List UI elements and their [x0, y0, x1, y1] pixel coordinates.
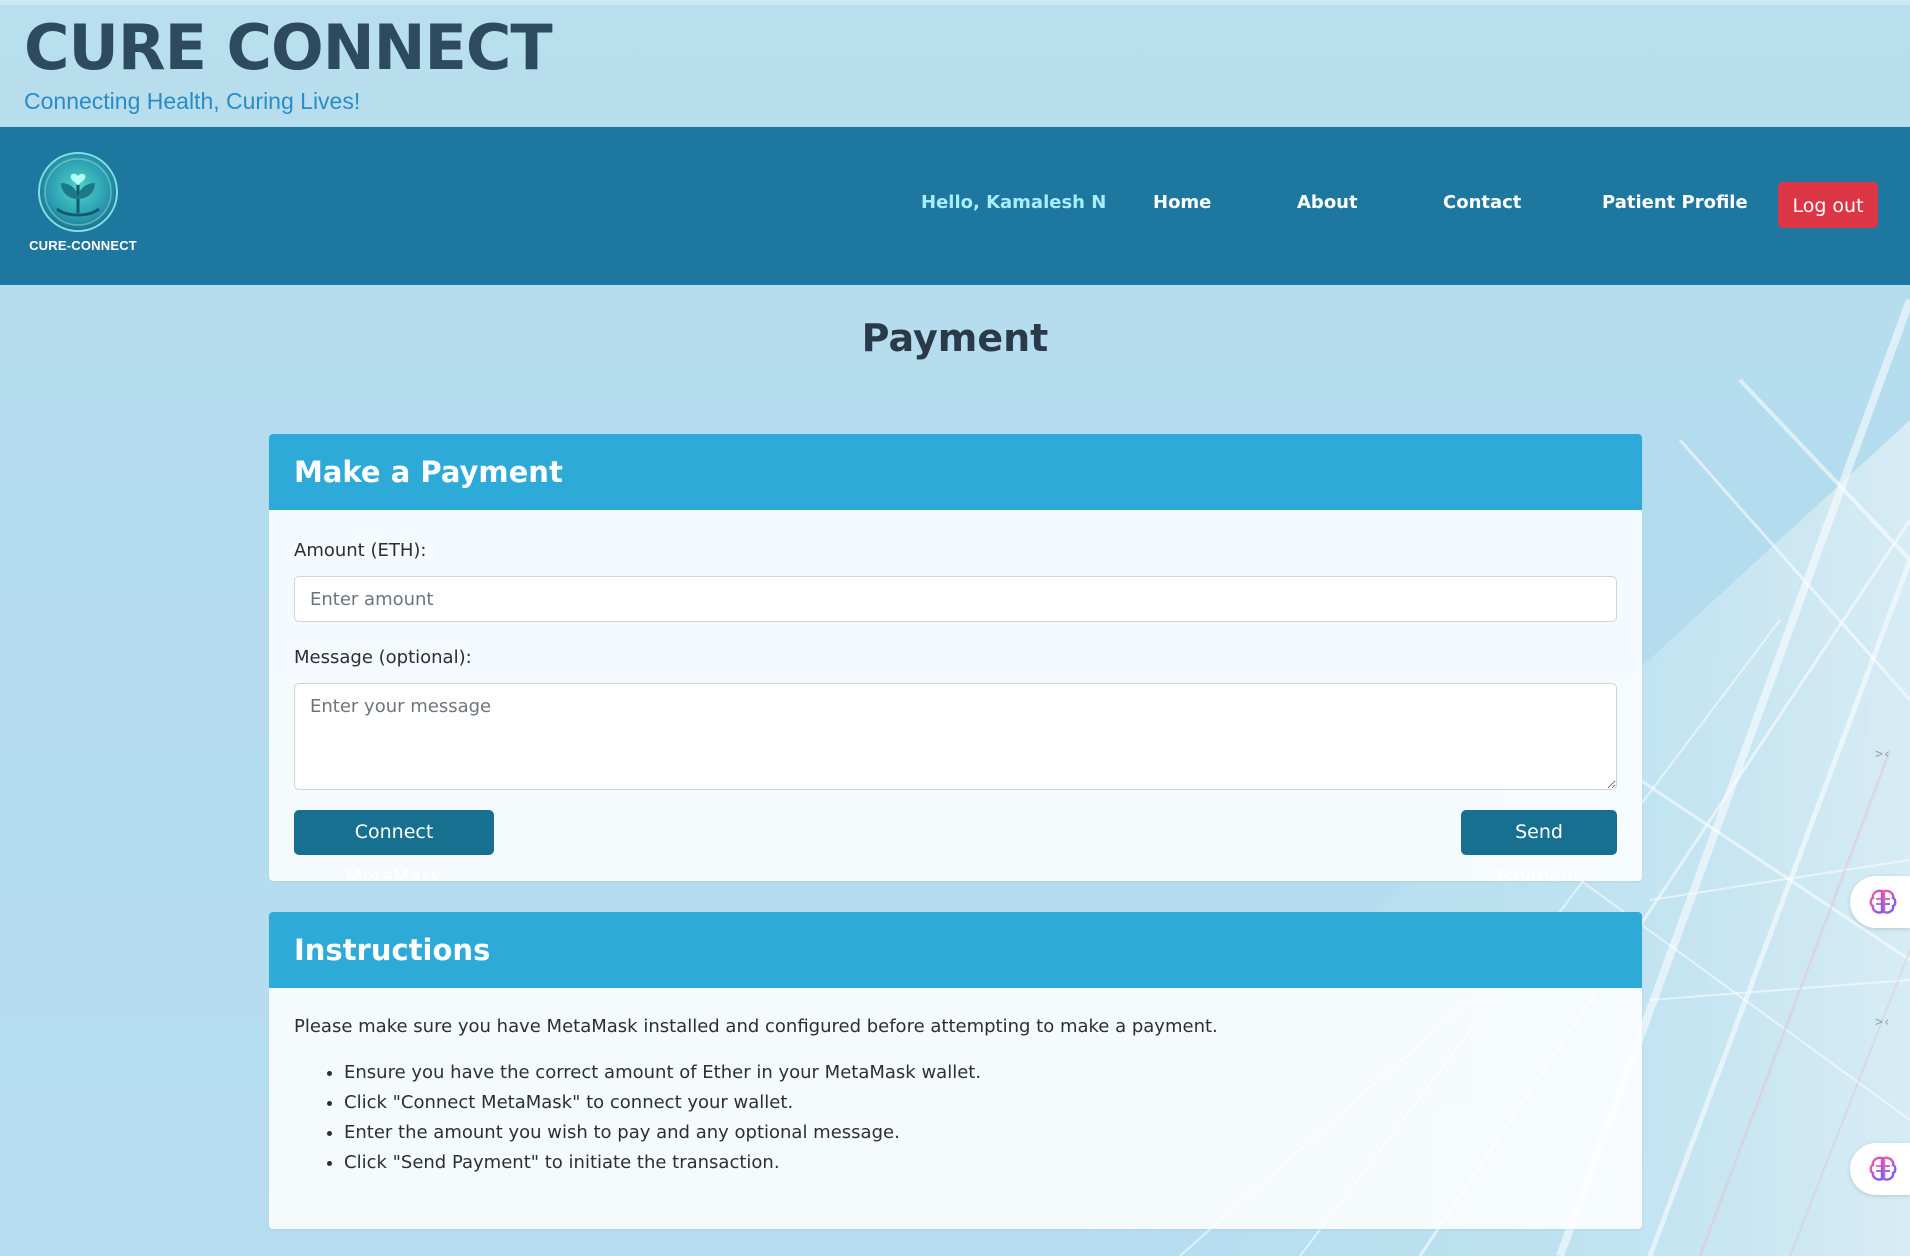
- plant-heart-logo-icon: [38, 152, 118, 232]
- instructions-card-header: Instructions: [269, 912, 1642, 988]
- logo[interactable]: CURE-CONNECT: [24, 151, 142, 259]
- message-label: Message (optional):: [294, 647, 472, 668]
- payment-card: Make a Payment Amount (ETH): Message (op…: [269, 434, 1642, 881]
- nav-home[interactable]: Home: [1153, 192, 1211, 213]
- site-tagline: Connecting Health, Curing Lives!: [24, 88, 361, 114]
- nav-patient-profile[interactable]: Patient Profile: [1602, 192, 1748, 213]
- instruction-step: Enter the amount you wish to pay and any…: [344, 1118, 981, 1148]
- user-greeting: Hello, Kamalesh N: [921, 192, 1107, 213]
- instructions-intro: Please make sure you have MetaMask insta…: [294, 1016, 1218, 1037]
- instruction-step: Ensure you have the correct amount of Et…: [344, 1058, 981, 1088]
- send-payment-button[interactable]: Send Payment: [1461, 810, 1617, 881]
- navbar: CURE-CONNECT Hello, Kamalesh N Home Abou…: [0, 127, 1910, 285]
- close-icon[interactable]: >‹: [1868, 740, 1898, 770]
- instruction-step: Click "Send Payment" to initiate the tra…: [344, 1148, 981, 1178]
- message-textarea[interactable]: [294, 683, 1617, 790]
- site-title: CURE CONNECT: [24, 11, 553, 84]
- amount-label: Amount (ETH):: [294, 540, 427, 561]
- brain-icon: [1869, 889, 1897, 914]
- connect-metamask-button[interactable]: Connect MetaMask: [294, 810, 494, 881]
- nav-about[interactable]: About: [1297, 192, 1358, 213]
- brain-icon: [1869, 1156, 1897, 1181]
- logo-text: CURE-CONNECT: [29, 238, 137, 253]
- amount-input[interactable]: [294, 576, 1617, 622]
- page-title: Payment: [861, 316, 1049, 360]
- logout-button[interactable]: Log out: [1778, 182, 1878, 228]
- assistant-widget-button[interactable]: [1850, 876, 1910, 928]
- instructions-card: Instructions Please make sure you have M…: [269, 912, 1642, 1229]
- close-icon[interactable]: >‹: [1868, 1008, 1898, 1038]
- instructions-list: Ensure you have the correct amount of Et…: [294, 1058, 981, 1178]
- assistant-widget-button[interactable]: [1850, 1143, 1910, 1195]
- payment-card-header: Make a Payment: [269, 434, 1642, 510]
- instruction-step: Click "Connect MetaMask" to connect your…: [344, 1088, 981, 1118]
- site-header: CURE CONNECT Connecting Health, Curing L…: [0, 0, 1910, 127]
- nav-contact[interactable]: Contact: [1443, 192, 1521, 213]
